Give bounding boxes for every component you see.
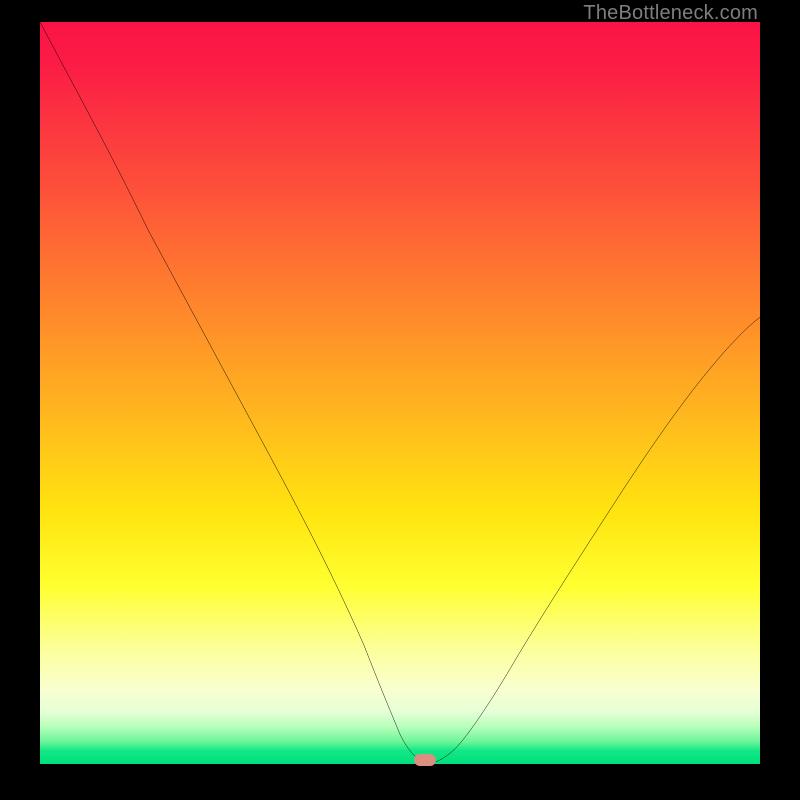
plot-area (40, 22, 760, 764)
bottleneck-curve (40, 22, 760, 764)
chart-frame: TheBottleneck.com (0, 0, 800, 800)
optimal-point-marker (414, 754, 436, 766)
